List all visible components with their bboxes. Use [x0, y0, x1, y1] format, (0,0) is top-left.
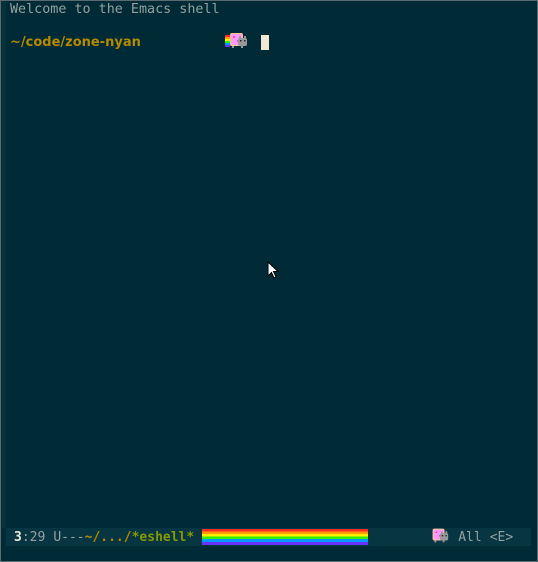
- rainbow-trail: [202, 529, 368, 545]
- left-fringe: [1, 1, 6, 528]
- mouse-pointer-icon: [267, 260, 280, 283]
- mode-line: 3 :29 U--- ~/.../ *eshell* All <E>: [6, 528, 531, 546]
- nyan-progress[interactable]: [202, 528, 450, 546]
- echo-area[interactable]: [1, 546, 537, 561]
- prompt-line[interactable]: ~/code/zone-nyan: [10, 33, 269, 51]
- text-cursor: [260, 34, 269, 50]
- buffer-position: All: [458, 529, 482, 545]
- buffer-name[interactable]: *eshell*: [132, 530, 195, 545]
- eshell-buffer[interactable]: Welcome to the Emacs shell ~/code/zone-n…: [10, 1, 531, 528]
- emacs-frame: Welcome to the Emacs shell ~/code/zone-n…: [0, 0, 538, 562]
- line-number: 3: [14, 529, 22, 545]
- buffer-directory: ~/.../: [84, 529, 132, 545]
- prompt-path: ~/code/zone-nyan: [10, 34, 141, 50]
- column-number: :29: [21, 529, 46, 545]
- evil-state-indicator: <E>: [489, 529, 514, 545]
- buffer-state: U---: [53, 529, 85, 545]
- nyan-cat-icon: [148, 13, 249, 71]
